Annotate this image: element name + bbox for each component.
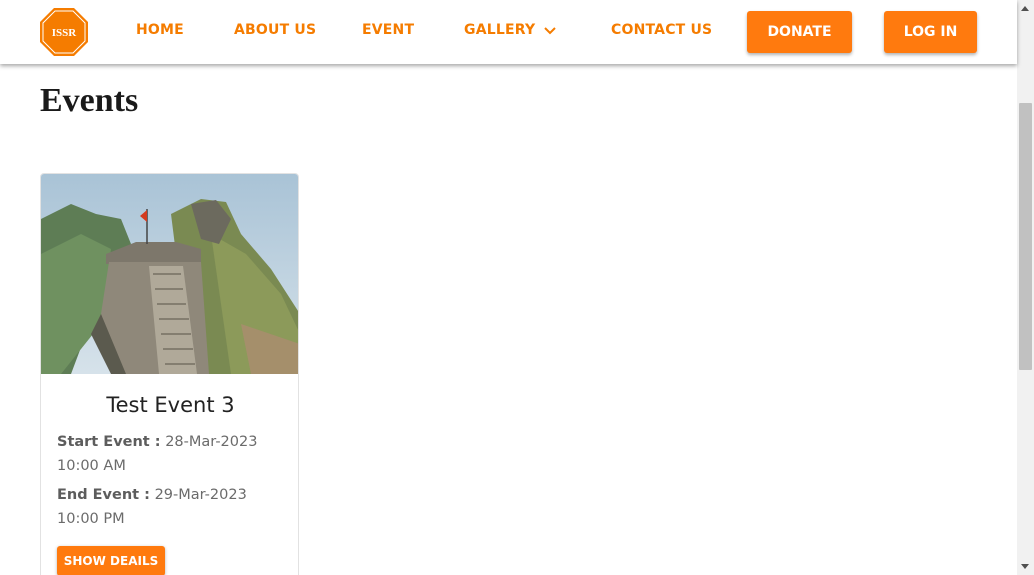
scroll-up-arrow-icon[interactable] (1021, 6, 1029, 11)
event-title: Test Event 3 (106, 393, 235, 417)
nav-contact-link[interactable]: CONTACT US (611, 22, 712, 42)
nav-gallery-link[interactable]: GALLERY (464, 22, 535, 42)
show-details-button[interactable]: SHOW DEAILS (57, 546, 165, 575)
nav-home-link[interactable]: HOME (136, 22, 184, 42)
top-navbar: ISSR HOME ABOUT US EVENT GALLERY CONTACT… (0, 0, 1017, 64)
event-card: Test Event 3 Start Event : 28-Mar-2023 1… (40, 173, 299, 575)
issr-logo[interactable]: ISSR (39, 7, 89, 57)
nav-about-link[interactable]: ABOUT US (234, 22, 316, 42)
scrollbar-thumb[interactable] (1019, 103, 1032, 370)
login-button[interactable]: LOG IN (884, 11, 977, 53)
vertical-scrollbar[interactable] (1017, 0, 1034, 575)
end-event-label: End Event : (57, 487, 150, 503)
event-end: End Event : 29-Mar-2023 10:00 PM (57, 483, 289, 531)
event-fort-image (41, 174, 298, 374)
event-start: Start Event : 28-Mar-2023 10:00 AM (57, 430, 289, 478)
page-title: Events (40, 82, 139, 119)
chevron-down-icon[interactable] (543, 25, 557, 37)
nav-event-link[interactable]: EVENT (362, 22, 414, 42)
donate-button[interactable]: DONATE (747, 11, 852, 53)
start-event-label: Start Event : (57, 434, 161, 450)
scroll-down-arrow-icon[interactable] (1021, 564, 1029, 569)
logo-text: ISSR (52, 27, 78, 39)
